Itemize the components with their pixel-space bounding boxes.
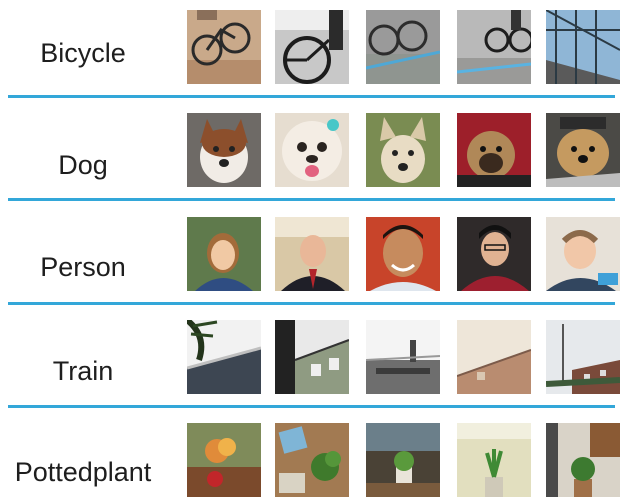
thumbnail-image	[366, 10, 440, 84]
thumbnail-image	[187, 10, 261, 84]
thumbnail-image	[546, 10, 620, 84]
row-divider	[8, 405, 615, 408]
thumbnail-image	[187, 320, 261, 394]
row-label-train: Train	[52, 356, 114, 386]
thumbnail-image	[187, 423, 261, 497]
thumbnail-image	[366, 320, 440, 394]
thumbnail-image	[457, 10, 531, 84]
row-label-bicycle: Bicycle	[40, 38, 126, 68]
thumbnail-image	[366, 423, 440, 497]
thumbnail-image	[275, 320, 349, 394]
thumbnail-image	[366, 217, 440, 291]
thumbnail-image	[546, 113, 620, 187]
thumbnail-image	[546, 320, 620, 394]
thumbnail-image	[457, 217, 531, 291]
row-label-dog: Dog	[58, 150, 108, 180]
thumbnail-image	[187, 113, 261, 187]
thumbnail-image	[546, 423, 620, 497]
thumbnail-image	[275, 113, 349, 187]
thumbnail-image	[457, 113, 531, 187]
row-divider	[8, 302, 615, 305]
row-divider	[8, 198, 615, 201]
row-label-pottedplant: Pottedplant	[14, 457, 152, 487]
row-divider	[8, 95, 615, 98]
thumbnail-image	[275, 10, 349, 84]
thumbnail-image	[187, 217, 261, 291]
thumbnail-image	[457, 320, 531, 394]
row-label-person: Person	[40, 252, 126, 282]
thumbnail-image	[457, 423, 531, 497]
thumbnail-image	[275, 423, 349, 497]
thumbnail-image	[546, 217, 620, 291]
thumbnail-image	[275, 217, 349, 291]
thumbnail-image	[366, 113, 440, 187]
